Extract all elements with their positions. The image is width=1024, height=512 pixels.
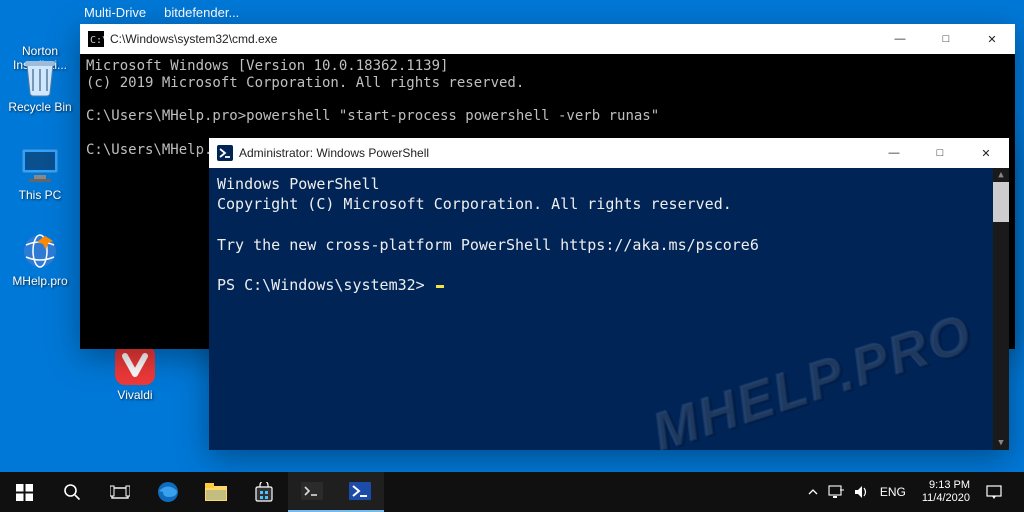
vivaldi-icon bbox=[114, 344, 156, 386]
taskview-button[interactable] bbox=[96, 472, 144, 512]
ps-line: Copyright (C) Microsoft Corporation. All… bbox=[217, 195, 732, 213]
powershell-body[interactable]: Windows PowerShell Copyright (C) Microso… bbox=[209, 168, 1009, 450]
language-indicator[interactable]: ENG bbox=[880, 485, 906, 499]
taskbar: ENG 9:13 PM 11/4/2020 bbox=[0, 472, 1024, 512]
menu-item[interactable]: bitdefender... bbox=[164, 5, 239, 20]
system-tray: ENG 9:13 PM 11/4/2020 bbox=[802, 472, 1024, 512]
powershell-title-text: Administrator: Windows PowerShell bbox=[239, 146, 429, 160]
desktop-icon-label: Recycle Bin bbox=[8, 101, 71, 115]
clock-time: 9:13 PM bbox=[922, 479, 970, 492]
menu-item[interactable]: Multi-Drive bbox=[84, 5, 146, 20]
recycle-bin-icon bbox=[19, 56, 61, 98]
scrollbar-thumb[interactable] bbox=[993, 182, 1009, 222]
powershell-window[interactable]: Administrator: Windows PowerShell — □ ✕ … bbox=[209, 138, 1009, 450]
desktop-icon-label: MHelp.pro bbox=[12, 275, 67, 289]
desktop-icon-mhelp[interactable]: MHelp.pro bbox=[3, 230, 77, 289]
cmd-title-text: C:\Windows\system32\cmd.exe bbox=[110, 32, 277, 46]
desktop-icon-vivaldi[interactable]: Vivaldi bbox=[98, 344, 172, 403]
cursor-icon bbox=[436, 285, 444, 288]
desktop-icon-label: Vivaldi bbox=[117, 389, 152, 403]
scrollbar[interactable]: ▲ ▼ bbox=[993, 168, 1009, 450]
globe-icon bbox=[19, 230, 61, 272]
store-taskbar-icon[interactable] bbox=[240, 472, 288, 512]
scroll-up-icon[interactable]: ▲ bbox=[993, 168, 1009, 182]
close-button[interactable]: ✕ bbox=[963, 138, 1009, 168]
close-button[interactable]: ✕ bbox=[969, 24, 1015, 54]
desktop-icon-label: This PC bbox=[19, 189, 62, 203]
search-button[interactable] bbox=[48, 472, 96, 512]
minimize-button[interactable]: — bbox=[877, 24, 923, 54]
minimize-button[interactable]: — bbox=[871, 138, 917, 168]
powershell-icon bbox=[217, 145, 233, 161]
network-icon[interactable] bbox=[828, 485, 844, 499]
volume-icon[interactable] bbox=[854, 485, 870, 499]
cmd-taskbar-icon[interactable] bbox=[288, 472, 336, 512]
cmd-line: C:\Users\MHelp.pro>powershell "start-pro… bbox=[86, 108, 659, 124]
desktop-icon-recycle-bin[interactable]: Recycle Bin bbox=[3, 56, 77, 115]
desktop: Norton Installati... Recycle Bin This PC… bbox=[0, 0, 1024, 512]
powershell-taskbar-icon[interactable] bbox=[336, 472, 384, 512]
cmd-line: (c) 2019 Microsoft Corporation. All righ… bbox=[86, 75, 524, 91]
notifications-icon[interactable] bbox=[986, 484, 1002, 500]
maximize-button[interactable]: □ bbox=[917, 138, 963, 168]
powershell-titlebar[interactable]: Administrator: Windows PowerShell — □ ✕ bbox=[209, 138, 1009, 168]
ps-line: Windows PowerShell bbox=[217, 175, 380, 193]
tray-overflow-icon[interactable] bbox=[808, 487, 818, 497]
start-button[interactable] bbox=[0, 472, 48, 512]
cmd-line: Microsoft Windows [Version 10.0.18362.11… bbox=[86, 58, 448, 74]
edge-taskbar-icon[interactable] bbox=[144, 472, 192, 512]
file-icon bbox=[19, 0, 61, 42]
cmd-titlebar[interactable]: C:\ C:\Windows\system32\cmd.exe — □ ✕ bbox=[80, 24, 1015, 54]
clock[interactable]: 9:13 PM 11/4/2020 bbox=[916, 479, 976, 504]
svg-text:C:\: C:\ bbox=[90, 35, 104, 46]
watermark-text: MHELP.PRO bbox=[644, 298, 982, 450]
scroll-down-icon[interactable]: ▼ bbox=[993, 436, 1009, 450]
ps-line: Try the new cross-platform PowerShell ht… bbox=[217, 236, 759, 254]
clock-date: 11/4/2020 bbox=[922, 492, 970, 505]
maximize-button[interactable]: □ bbox=[923, 24, 969, 54]
monitor-icon bbox=[19, 144, 61, 186]
ps-line: PS C:\Windows\system32> bbox=[217, 276, 434, 294]
desktop-icon-this-pc[interactable]: This PC bbox=[3, 144, 77, 203]
cmd-icon: C:\ bbox=[88, 31, 104, 47]
top-context-menu: Multi-Drive bitdefender... bbox=[80, 0, 239, 24]
file-explorer-taskbar-icon[interactable] bbox=[192, 472, 240, 512]
